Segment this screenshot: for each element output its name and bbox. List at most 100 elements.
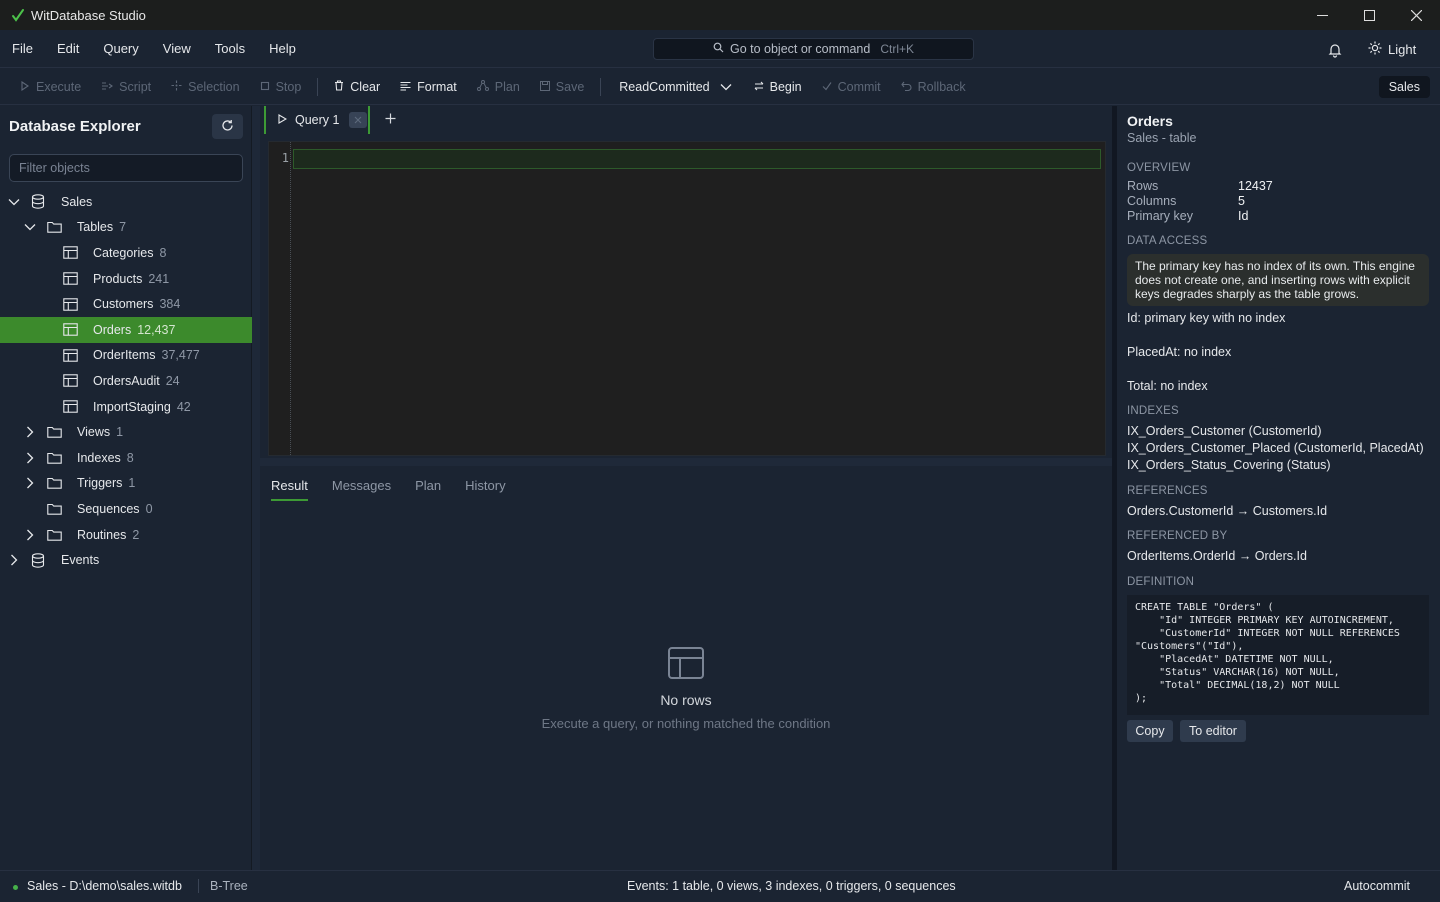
sun-icon bbox=[1368, 41, 1382, 58]
inspector-subtitle: Sales - table bbox=[1127, 131, 1197, 145]
tree-item-ordersaudit[interactable]: OrdersAudit 24 bbox=[0, 368, 252, 394]
close-tab-button[interactable] bbox=[349, 112, 368, 128]
tree-item-customers[interactable]: Customers 384 bbox=[0, 291, 252, 317]
index-item[interactable]: IX_Orders_Customer (CustomerId) bbox=[1127, 424, 1322, 438]
maximize-button[interactable] bbox=[1346, 0, 1393, 30]
rollback-button[interactable]: Rollback bbox=[891, 69, 976, 105]
line-gutter: 1 bbox=[269, 142, 291, 455]
chevron-down-icon[interactable] bbox=[24, 221, 36, 233]
tree-item-orders[interactable]: Orders 12,437 bbox=[0, 316, 252, 343]
tree-item-label: Events bbox=[61, 553, 99, 567]
notifications-bell-icon[interactable] bbox=[1327, 42, 1343, 58]
copy-button[interactable]: Copy bbox=[1127, 720, 1173, 742]
script-label: Script bbox=[119, 79, 152, 94]
tree-item-name: Categories bbox=[93, 245, 154, 260]
menu-query[interactable]: Query bbox=[91, 30, 150, 68]
add-tab-button[interactable] bbox=[382, 112, 398, 128]
format-button[interactable]: Format bbox=[390, 69, 467, 105]
trash-icon bbox=[334, 79, 344, 94]
tree-item-sales[interactable]: Sales bbox=[0, 189, 252, 215]
menu-help[interactable]: Help bbox=[257, 30, 308, 68]
tree-item-tables[interactable]: Tables 7 bbox=[0, 215, 252, 241]
folder-icon bbox=[46, 219, 62, 235]
tree-item-name: Sales bbox=[61, 194, 93, 209]
chevron-right-icon[interactable] bbox=[24, 426, 36, 438]
tree-item-name: Customers bbox=[93, 297, 154, 312]
tree-item-label: Products 241 bbox=[93, 272, 169, 286]
index-item[interactable]: IX_Orders_Customer_Placed (CustomerId, P… bbox=[1127, 441, 1424, 455]
command-search-label: Go to object or command bbox=[729, 42, 871, 56]
chevron-right-icon[interactable] bbox=[24, 477, 36, 489]
tree-item-name: OrderItems bbox=[93, 348, 156, 363]
command-search[interactable]: Go to object or command Ctrl+K bbox=[653, 38, 974, 60]
editor-results-splitter[interactable] bbox=[260, 458, 1112, 466]
format-label: Format bbox=[417, 79, 457, 94]
data-access-heading: DATA ACCESS bbox=[1127, 235, 1208, 247]
sql-editor[interactable]: 1 bbox=[268, 141, 1106, 456]
execute-label: Execute bbox=[36, 79, 82, 94]
tree-item-name: OrdersAudit bbox=[93, 373, 160, 388]
tree-item-label: Views 1 bbox=[77, 425, 123, 439]
chevron-right-icon[interactable] bbox=[24, 452, 36, 464]
filter-objects-input[interactable] bbox=[9, 154, 243, 182]
tree-item-count: 12,437 bbox=[137, 322, 176, 337]
referenced-by-item[interactable]: OrderItems.OrderId → Orders.Id bbox=[1127, 549, 1307, 563]
refresh-button[interactable] bbox=[212, 114, 243, 139]
theme-toggle-button[interactable]: Light bbox=[1368, 38, 1416, 60]
columns-value: 5 bbox=[1238, 194, 1245, 208]
menu-tools[interactable]: Tools bbox=[203, 30, 257, 68]
index-item[interactable]: IX_Orders_Status_Covering (Status) bbox=[1127, 458, 1331, 472]
tree-item-views[interactable]: Views 1 bbox=[0, 419, 252, 445]
tab-messages[interactable]: Messages bbox=[332, 478, 391, 501]
menu-file[interactable]: File bbox=[0, 30, 45, 68]
plan-button[interactable]: Plan bbox=[467, 69, 530, 105]
stop-button[interactable]: Stop bbox=[250, 69, 312, 105]
folder-icon bbox=[46, 527, 62, 543]
chevron-down-icon[interactable] bbox=[8, 196, 20, 208]
to-editor-button[interactable]: To editor bbox=[1180, 720, 1246, 742]
menu-edit[interactable]: Edit bbox=[45, 30, 91, 68]
chevron-right-icon[interactable] bbox=[8, 554, 20, 566]
active-database-badge[interactable]: Sales bbox=[1378, 76, 1430, 98]
tree-item-name: Routines bbox=[77, 527, 127, 542]
save-button[interactable]: Save bbox=[530, 69, 595, 105]
database-icon bbox=[30, 552, 46, 568]
index-warning: The primary key has no index of its own.… bbox=[1127, 254, 1429, 306]
search-icon bbox=[713, 42, 724, 56]
tree-item-importstaging[interactable]: ImportStaging 42 bbox=[0, 394, 252, 420]
tab-result[interactable]: Result bbox=[271, 478, 308, 501]
current-line-highlight bbox=[293, 149, 1101, 169]
window-title: WitDatabase Studio bbox=[31, 7, 146, 23]
minimize-button[interactable] bbox=[1299, 0, 1346, 30]
selection-button[interactable]: Selection bbox=[161, 69, 249, 105]
commit-button[interactable]: Commit bbox=[812, 69, 891, 105]
tree-item-name: Tables bbox=[77, 220, 114, 235]
tab-query-1[interactable]: Query 1 bbox=[264, 106, 370, 134]
tree-item-sequences[interactable]: Sequences 0 bbox=[0, 496, 252, 522]
tree-item-name: Orders bbox=[93, 322, 132, 337]
script-icon bbox=[101, 80, 114, 94]
tree-item-indexes[interactable]: Indexes 8 bbox=[0, 445, 252, 471]
connection-path[interactable]: Sales - D:\demo\sales.witdb bbox=[27, 879, 182, 893]
script-button[interactable]: Script bbox=[91, 69, 161, 105]
chevron-right-icon[interactable] bbox=[24, 529, 36, 541]
reference-item[interactable]: Orders.CustomerId → Customers.Id bbox=[1127, 504, 1327, 518]
transaction-mode[interactable]: Autocommit bbox=[1344, 879, 1410, 893]
tree-item-products[interactable]: Products 241 bbox=[0, 266, 252, 292]
menu-view[interactable]: View bbox=[151, 30, 203, 68]
tree-item-events[interactable]: Events bbox=[0, 547, 252, 573]
play-icon bbox=[278, 113, 288, 127]
isolation-level-select[interactable]: ReadCommitted bbox=[607, 80, 743, 94]
tree-item-categories[interactable]: Categories 8 bbox=[0, 240, 252, 266]
begin-transaction-button[interactable]: Begin bbox=[744, 69, 812, 105]
tree-item-orderitems[interactable]: OrderItems 37,477 bbox=[0, 343, 252, 369]
execute-button[interactable]: Execute bbox=[0, 69, 91, 105]
tab-plan[interactable]: Plan bbox=[415, 478, 441, 501]
tree-item-routines[interactable]: Routines 2 bbox=[0, 522, 252, 548]
explorer-splitter[interactable] bbox=[252, 106, 260, 870]
tree-item-name: Events bbox=[61, 553, 100, 568]
clear-button[interactable]: Clear bbox=[324, 69, 390, 105]
close-window-button[interactable] bbox=[1393, 0, 1440, 30]
tree-item-triggers[interactable]: Triggers 1 bbox=[0, 471, 252, 497]
tab-history[interactable]: History bbox=[465, 478, 505, 501]
